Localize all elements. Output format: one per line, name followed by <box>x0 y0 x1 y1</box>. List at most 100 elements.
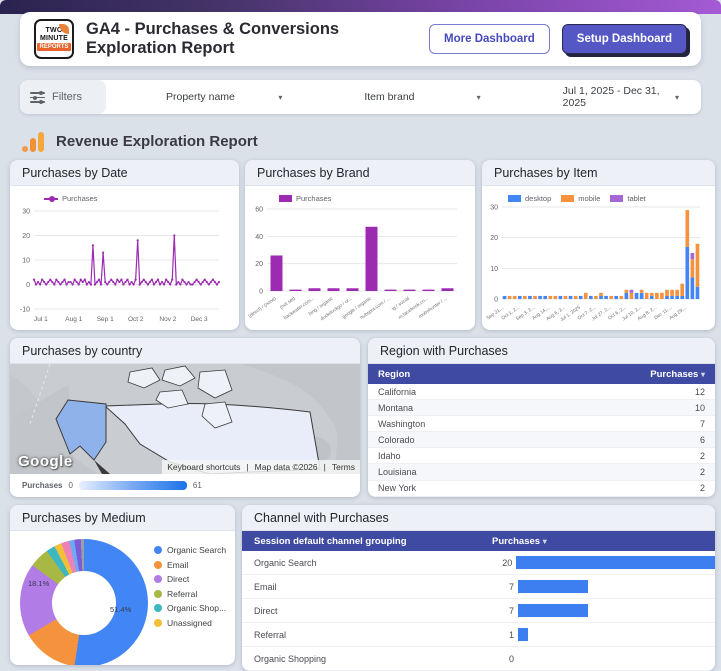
geo-map[interactable]: Google Keyboard shortcuts | Map data ©20… <box>10 364 360 474</box>
more-dashboard-button[interactable]: More Dashboard <box>429 24 550 54</box>
property-name-filter[interactable]: Property name ▾ <box>106 80 304 114</box>
purchases-by-date-chart[interactable]: 30 20 10 0 -10 Jul 1 Aug 1 Sep 1 Oct 2 Nov 2 Dec 3 <box>10 203 225 325</box>
channel-table-title: Channel with Purchases <box>242 505 715 531</box>
channel-cell: Email <box>254 581 277 592</box>
two-minute-reports-logo: TWO MINUTE REPORTS <box>34 19 74 59</box>
setup-dashboard-button[interactable]: Setup Dashboard <box>561 24 687 54</box>
purchases-column-header[interactable]: Purchases ▾ <box>492 536 547 547</box>
purchases-by-country-card: Purchases by country Google Keyboard sho… <box>10 338 360 497</box>
table-row[interactable]: Washington 7 <box>368 416 715 433</box>
svg-text:duckduckgo / or...: duckduckgo / or... <box>319 296 353 322</box>
legend-label: Unassigned <box>167 617 212 628</box>
region-cell: Idaho <box>378 450 401 461</box>
date-range-filter-value: Jul 1, 2025 - Dec 31, 2025 <box>562 85 660 109</box>
item-brand-filter-value: Item brand <box>364 91 415 103</box>
table-row[interactable]: California 12 <box>368 384 715 401</box>
table-row[interactable]: New York 2 <box>368 481 715 497</box>
region-table-body: California 12 Montana 10 Washington 7 Colorado… <box>368 384 715 497</box>
legend-item-tablet: tablet <box>610 194 646 203</box>
region-table-header: Region Purchases ▾ <box>368 364 715 384</box>
svg-text:20: 20 <box>490 235 498 242</box>
channel-table-header: Session default channel grouping Purchas… <box>242 531 715 551</box>
svg-text:30: 30 <box>22 209 30 216</box>
medium-donut-chart[interactable]: 51.4% 18.1% <box>20 539 148 665</box>
svg-text:Sep 1: Sep 1 <box>97 316 114 323</box>
purchases-by-brand-chart[interactable]: 6040200(direct) / (none) (not set)backwat… <box>245 203 463 325</box>
table-row[interactable]: Colorado 6 <box>368 432 715 449</box>
direct-pct-label: 18.1% <box>28 579 50 588</box>
table-row[interactable]: Email 7 <box>242 575 715 599</box>
legend-item: Organic Search <box>154 545 226 555</box>
chevron-down-icon: ▾ <box>278 92 283 102</box>
purchases-value: 20 <box>502 557 513 568</box>
legend-label: Email <box>167 559 189 570</box>
legend-item: Referral <box>154 589 226 599</box>
svg-text:10: 10 <box>490 266 498 273</box>
legend-label: Purchases <box>62 194 98 203</box>
item-brand-filter[interactable]: Item brand ▾ <box>304 80 502 114</box>
legend-dot <box>154 546 162 554</box>
purchases-column-header[interactable]: Purchases ▾ <box>650 369 705 380</box>
table-row[interactable]: Organic Search 20 <box>242 551 715 575</box>
legend-dot <box>154 560 162 569</box>
region-column-header[interactable]: Region <box>378 369 410 380</box>
filters-bar: Filters Property name ▾ Item brand ▾ Jul… <box>20 80 701 114</box>
sort-desc-icon: ▾ <box>542 536 547 546</box>
region-cell: Colorado <box>378 434 415 445</box>
organic-search-pct-label: 51.4% <box>110 605 132 614</box>
purchases-by-brand-card: Purchases by Brand Purchases 60 40 20 0 (dir… <box>245 160 475 330</box>
filters-pill: Filters <box>20 80 106 114</box>
header: TWO MINUTE REPORTS GA4 - Purchases & Con… <box>20 12 701 66</box>
purchases-by-country-title: Purchases by country <box>10 338 360 364</box>
keyboard-shortcuts-link[interactable]: Keyboard shortcuts <box>167 462 240 472</box>
channel-cell: Organic Search <box>254 557 317 568</box>
purchases-by-item-title: Purchases by Item <box>482 160 715 186</box>
map-legend-label: Purchases <box>22 480 63 490</box>
svg-text:backwater.com...: backwater.com... <box>283 296 316 322</box>
property-name-filter-value: Property name <box>166 91 235 103</box>
purchases-value: 1 <box>508 629 514 640</box>
svg-text:0: 0 <box>259 289 263 296</box>
legend-item: Direct <box>154 574 226 584</box>
date-range-filter[interactable]: Jul 1, 2025 - Dec 31, 2025 ▾ <box>503 80 701 114</box>
purchases-by-date-card: Purchases by Date Purchases 30 20 10 0 -10 Ju… <box>10 160 239 330</box>
table-row[interactable]: Montana 10 <box>368 400 715 417</box>
logo-line2: MINUTE <box>39 35 69 42</box>
filter-sliders-icon <box>30 91 45 104</box>
terms-link[interactable]: Terms <box>332 462 355 472</box>
page-title: GA4 - Purchases & Conversions Exploratio… <box>86 20 340 57</box>
table-row[interactable]: Direct 7 <box>242 599 715 623</box>
legend-item-mobile: mobile <box>561 194 600 203</box>
legend-label: Purchases <box>296 194 332 203</box>
channel-cell: Referral <box>254 629 287 640</box>
bar-chart-legend: Purchases <box>245 186 475 203</box>
filters-label: Filters <box>52 91 82 103</box>
table-row[interactable]: Louisiana 2 <box>368 464 715 481</box>
svg-text:20: 20 <box>255 261 263 268</box>
logo-line3: REPORTS <box>37 43 71 51</box>
legend-item: Unassigned <box>154 618 226 628</box>
legend-dot <box>154 575 162 583</box>
purchases-line-swatch <box>44 195 58 202</box>
region-cell: Montana <box>378 402 414 413</box>
purchases-by-item-card: Purchases by Item desktop mobile tablet 30… <box>482 160 715 330</box>
channel-column-header[interactable]: Session default channel grouping <box>242 536 492 547</box>
purchases-value: 0 <box>508 653 514 664</box>
table-row[interactable]: Idaho 2 <box>368 448 715 465</box>
purchases-cell: 2 <box>699 467 705 478</box>
table-row[interactable]: Referral 1 <box>242 623 715 647</box>
svg-text:Oct 2: Oct 2 <box>128 316 144 323</box>
map-legend-max: 61 <box>192 480 202 490</box>
attrib-divider: | <box>246 462 249 472</box>
map-data-label: Map data ©2026 <box>254 462 318 472</box>
purchases-cell: 7 <box>699 418 705 429</box>
purchases-by-item-chart[interactable]: 3020100Sep 21,...Oct 1, 2...Sep 3, 2...A… <box>482 203 706 325</box>
legend-dot <box>154 589 162 598</box>
table-row[interactable]: Organic Shopping 0 <box>242 647 715 671</box>
svg-text:40: 40 <box>255 234 263 241</box>
legend-label: Organic Shop... <box>167 603 227 613</box>
purchases-bar <box>518 628 528 641</box>
legend-label: Organic Search <box>167 545 227 555</box>
channel-cell: Direct <box>254 605 278 616</box>
legend-label: Direct <box>167 574 190 584</box>
